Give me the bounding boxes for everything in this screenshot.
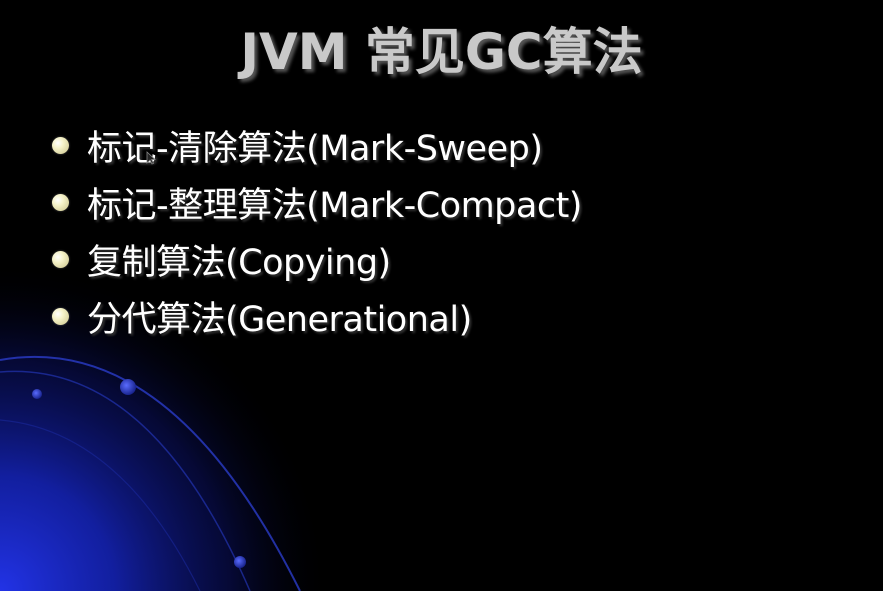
decorative-orb <box>32 389 42 399</box>
bullet-text: 分代算法(Generational) <box>87 300 472 340</box>
decorative-arc <box>0 370 251 591</box>
bullet-icon <box>52 194 69 211</box>
decorative-arc <box>0 355 301 591</box>
decorative-arc <box>0 419 201 591</box>
bullet-icon <box>52 251 69 268</box>
presentation-slide: JVM 常见GC算法 标记-清除算法(Mark-Sweep) 标记-整理算法(M… <box>0 0 883 591</box>
decorative-orb <box>120 379 136 395</box>
bullet-text: 标记-整理算法(Mark-Compact) <box>87 186 582 226</box>
bullet-icon <box>52 308 69 325</box>
list-item: 标记-整理算法(Mark-Compact) <box>52 174 582 231</box>
list-item: 复制算法(Copying) <box>52 231 582 288</box>
bullet-icon <box>52 137 69 154</box>
list-item: 标记-清除算法(Mark-Sweep) <box>52 117 582 174</box>
bullet-text: 复制算法(Copying) <box>87 243 391 283</box>
slide-title: JVM 常见GC算法 <box>240 23 643 81</box>
decorative-orb <box>234 556 246 568</box>
list-item: 分代算法(Generational) <box>52 288 582 345</box>
mouse-cursor-icon <box>146 151 156 165</box>
bullet-list: 标记-清除算法(Mark-Sweep) 标记-整理算法(Mark-Compact… <box>52 117 582 345</box>
